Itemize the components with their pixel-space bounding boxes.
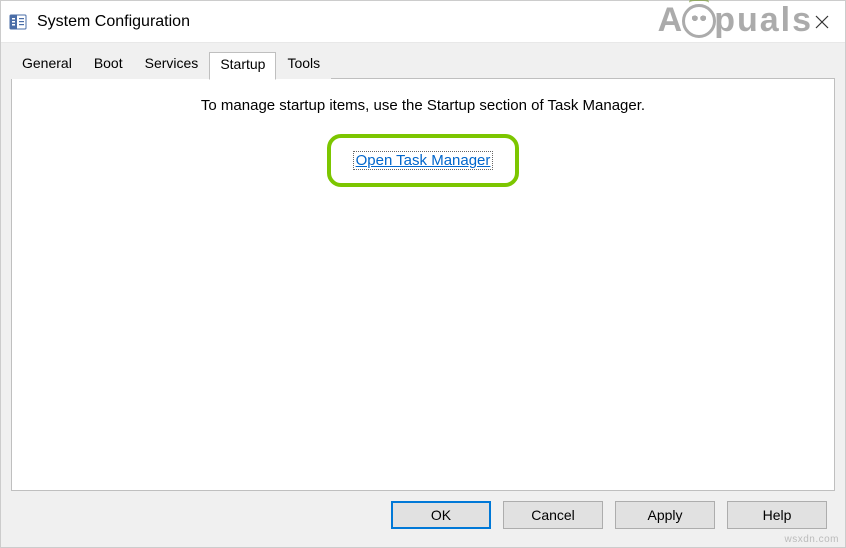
msconfig-icon bbox=[9, 13, 27, 31]
client-area: General Boot Services Startup Tools To m… bbox=[1, 43, 845, 547]
close-button[interactable] bbox=[799, 1, 845, 43]
startup-instruction: To manage startup items, use the Startup… bbox=[12, 97, 834, 114]
tab-services[interactable]: Services bbox=[134, 51, 210, 79]
source-attribution: wsxdn.com bbox=[784, 534, 839, 545]
open-task-manager-link[interactable]: Open Task Manager bbox=[353, 151, 494, 170]
ok-button[interactable]: OK bbox=[391, 501, 491, 529]
highlight-annotation: Open Task Manager bbox=[327, 134, 520, 187]
tabstrip: General Boot Services Startup Tools bbox=[11, 51, 835, 79]
window-title: System Configuration bbox=[37, 13, 837, 31]
tab-startup[interactable]: Startup bbox=[209, 52, 276, 80]
apply-button[interactable]: Apply bbox=[615, 501, 715, 529]
titlebar: System Configuration bbox=[1, 1, 845, 43]
startup-panel: To manage startup items, use the Startup… bbox=[11, 78, 835, 491]
close-icon bbox=[815, 15, 829, 29]
tab-boot[interactable]: Boot bbox=[83, 51, 134, 79]
help-button[interactable]: Help bbox=[727, 501, 827, 529]
system-configuration-window: System Configuration A puals General Boo… bbox=[0, 0, 846, 548]
cancel-button[interactable]: Cancel bbox=[503, 501, 603, 529]
dialog-buttons: OK Cancel Apply Help bbox=[11, 491, 835, 537]
tab-tools[interactable]: Tools bbox=[276, 51, 331, 79]
tab-general[interactable]: General bbox=[11, 51, 83, 79]
